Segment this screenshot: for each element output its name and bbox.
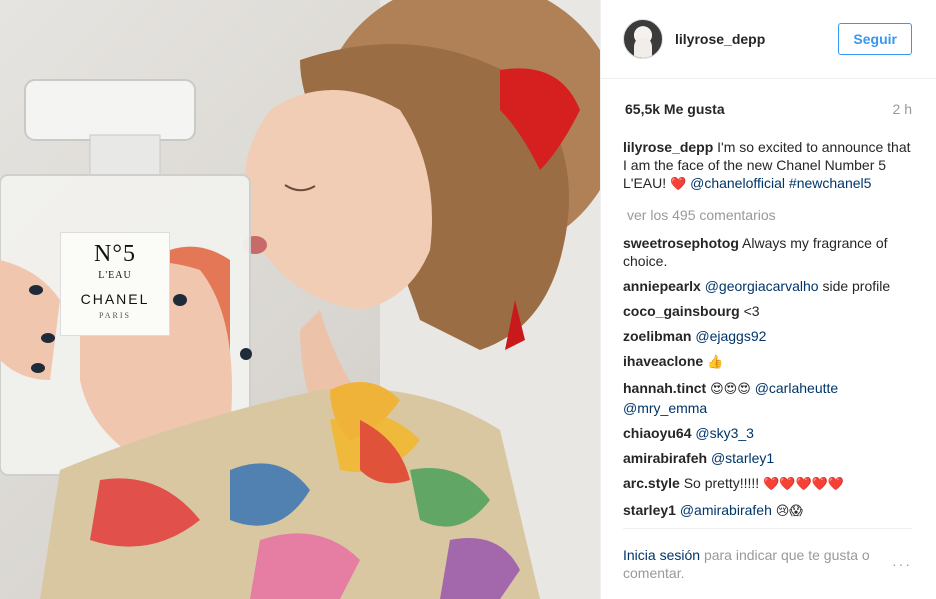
post-side-panel: lilyrose_depp Seguir 65,5k Me gusta 2 h …	[600, 0, 936, 599]
comment: ihaveaclone 👍	[623, 352, 916, 372]
comment-username[interactable]: hannah.tinct	[623, 380, 706, 396]
comment: zoelibman @ejaggs92	[623, 327, 916, 345]
likes-count[interactable]: 65,5k Me gusta	[625, 101, 725, 117]
caption-mention[interactable]: @chanelofficial	[690, 175, 785, 191]
comment-username[interactable]: ihaveaclone	[623, 353, 703, 369]
follow-button[interactable]: Seguir	[838, 23, 912, 55]
caption-hashtag[interactable]: #newchanel5	[789, 175, 872, 191]
comment-mention[interactable]: @ejaggs92	[695, 328, 766, 344]
comment-mention[interactable]: @carlaheutte	[755, 380, 838, 396]
post-header: lilyrose_depp Seguir	[601, 0, 936, 79]
post-footer: Inicia sesión para indicar que te gusta …	[623, 528, 912, 599]
post-meta: 65,5k Me gusta 2 h	[625, 79, 912, 117]
login-prompt: Inicia sesión para indicar que te gusta …	[623, 546, 883, 582]
perfume-label: N°5 L'EAU CHANEL PARIS	[60, 232, 170, 336]
comment: sweetrosephotog Always my fragrance of c…	[623, 234, 916, 270]
comment-text: So pretty!!!!!	[683, 475, 760, 491]
comment: arc.style So pretty!!!!! ❤️❤️❤️❤️❤️	[623, 474, 916, 494]
more-options-icon[interactable]: ···	[892, 556, 912, 572]
avatar[interactable]	[623, 19, 663, 59]
perfume-brand: CHANEL	[80, 291, 150, 307]
post-username[interactable]: lilyrose_depp	[675, 31, 838, 47]
comment-username[interactable]: coco_gainsbourg	[623, 303, 740, 319]
caption-username[interactable]: lilyrose_depp	[623, 139, 713, 155]
comment-username[interactable]: arc.style	[623, 475, 680, 491]
perfume-subtitle: L'EAU	[98, 270, 132, 281]
comment-username[interactable]: chiaoyu64	[623, 425, 691, 441]
comment-mention[interactable]: @sky3_3	[695, 425, 754, 441]
caption: lilyrose_depp I'm so excited to announce…	[623, 138, 916, 194]
post-time[interactable]: 2 h	[893, 101, 912, 117]
comment: coco_gainsbourg <3	[623, 302, 916, 320]
comment: hannah.tinct 😍😍😍 @carlaheutte @mry_emma	[623, 379, 916, 417]
comment-text: side profile	[822, 278, 891, 294]
comment: chiaoyu64 @sky3_3	[623, 424, 916, 442]
comment-username[interactable]: sweetrosephotog	[623, 235, 739, 251]
comment-username[interactable]: starley1	[623, 502, 676, 518]
comment-mention[interactable]: @starley1	[711, 450, 774, 466]
comments-list[interactable]: lilyrose_depp I'm so excited to announce…	[623, 138, 916, 529]
comment-username[interactable]: zoelibman	[623, 328, 691, 344]
comment-username[interactable]: anniepearlx	[623, 278, 701, 294]
post-photo[interactable]: N°5 L'EAU CHANEL PARIS	[0, 0, 600, 599]
comment-mention[interactable]: @georgiacarvalho	[705, 278, 819, 294]
heart-eyes-emoji-icon: 😍😍😍	[710, 382, 751, 397]
perfume-number: N°5	[94, 241, 136, 267]
comment: starley1 @amirabirafeh 😢😱	[623, 501, 916, 521]
comment-username[interactable]: amirabirafeh	[623, 450, 707, 466]
comment: anniepearlx @georgiacarvalho side profil…	[623, 277, 916, 295]
login-link[interactable]: Inicia sesión	[623, 547, 700, 563]
comment-mention[interactable]: @mry_emma	[623, 400, 707, 416]
crying-emoji-icon: 😢😱	[775, 504, 803, 519]
comment-text: <3	[743, 303, 760, 319]
instagram-post: N°5 L'EAU CHANEL PARIS lilyrose_depp Seg…	[0, 0, 936, 599]
comment: amirabirafeh @starley1	[623, 449, 916, 467]
comment-mention[interactable]: @amirabirafeh	[680, 502, 772, 518]
hearts-emoji-icon: ❤️❤️❤️❤️❤️	[763, 477, 845, 492]
view-all-comments-link[interactable]: ver los 495 comentarios	[627, 206, 916, 224]
perfume-city: PARIS	[99, 311, 131, 320]
thumbs-up-emoji-icon: 👍	[707, 355, 724, 370]
heart-emoji-icon: ❤️	[670, 177, 687, 192]
